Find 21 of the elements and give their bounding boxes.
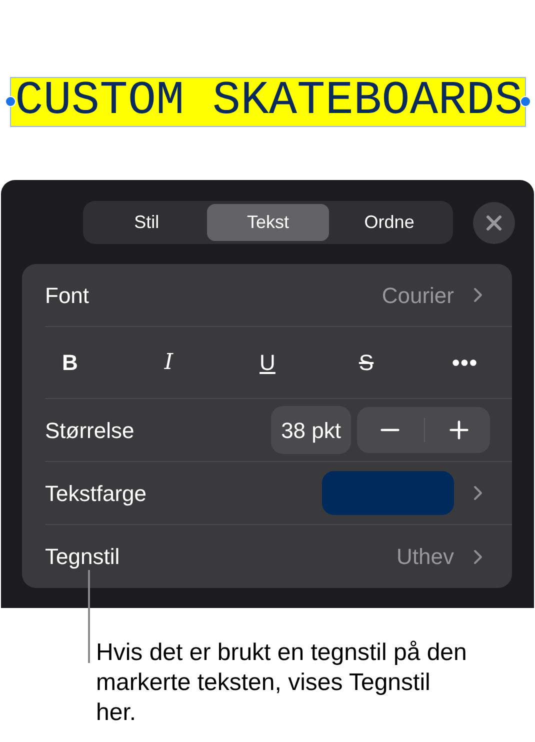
tab[interactable]: Tekst	[207, 204, 329, 241]
selected-heading[interactable]: CUSTOM SKATEBOARDS	[11, 78, 525, 126]
row-label: Tegnstil	[45, 543, 120, 571]
text-style-button[interactable]: S	[341, 342, 392, 382]
row-label: Font	[45, 282, 90, 310]
row-label: Tekstfarge	[45, 480, 146, 508]
close-button[interactable]	[473, 202, 515, 244]
text-style-button[interactable]: I	[144, 342, 194, 382]
row-value[interactable]: Courier	[382, 278, 454, 312]
callout-text: Hvis det er brukt en tegnstil på den markerte teksten, vises Tegnstil her.	[96, 638, 468, 728]
row-value[interactable]: Uthev	[396, 540, 454, 573]
text-style-button[interactable]: B	[45, 342, 95, 382]
color-swatch[interactable]	[322, 471, 454, 515]
size-value-field[interactable]: 38 pkt	[271, 406, 351, 454]
text-style-button[interactable]: U	[242, 342, 292, 382]
selection-handle[interactable]	[5, 96, 16, 107]
tab[interactable]: Ordne	[328, 204, 450, 241]
tab[interactable]: Stil	[86, 204, 208, 241]
text-style-button[interactable]: •••	[440, 342, 490, 382]
selection-handle[interactable]	[520, 96, 531, 107]
row-label: Størrelse	[45, 416, 134, 444]
